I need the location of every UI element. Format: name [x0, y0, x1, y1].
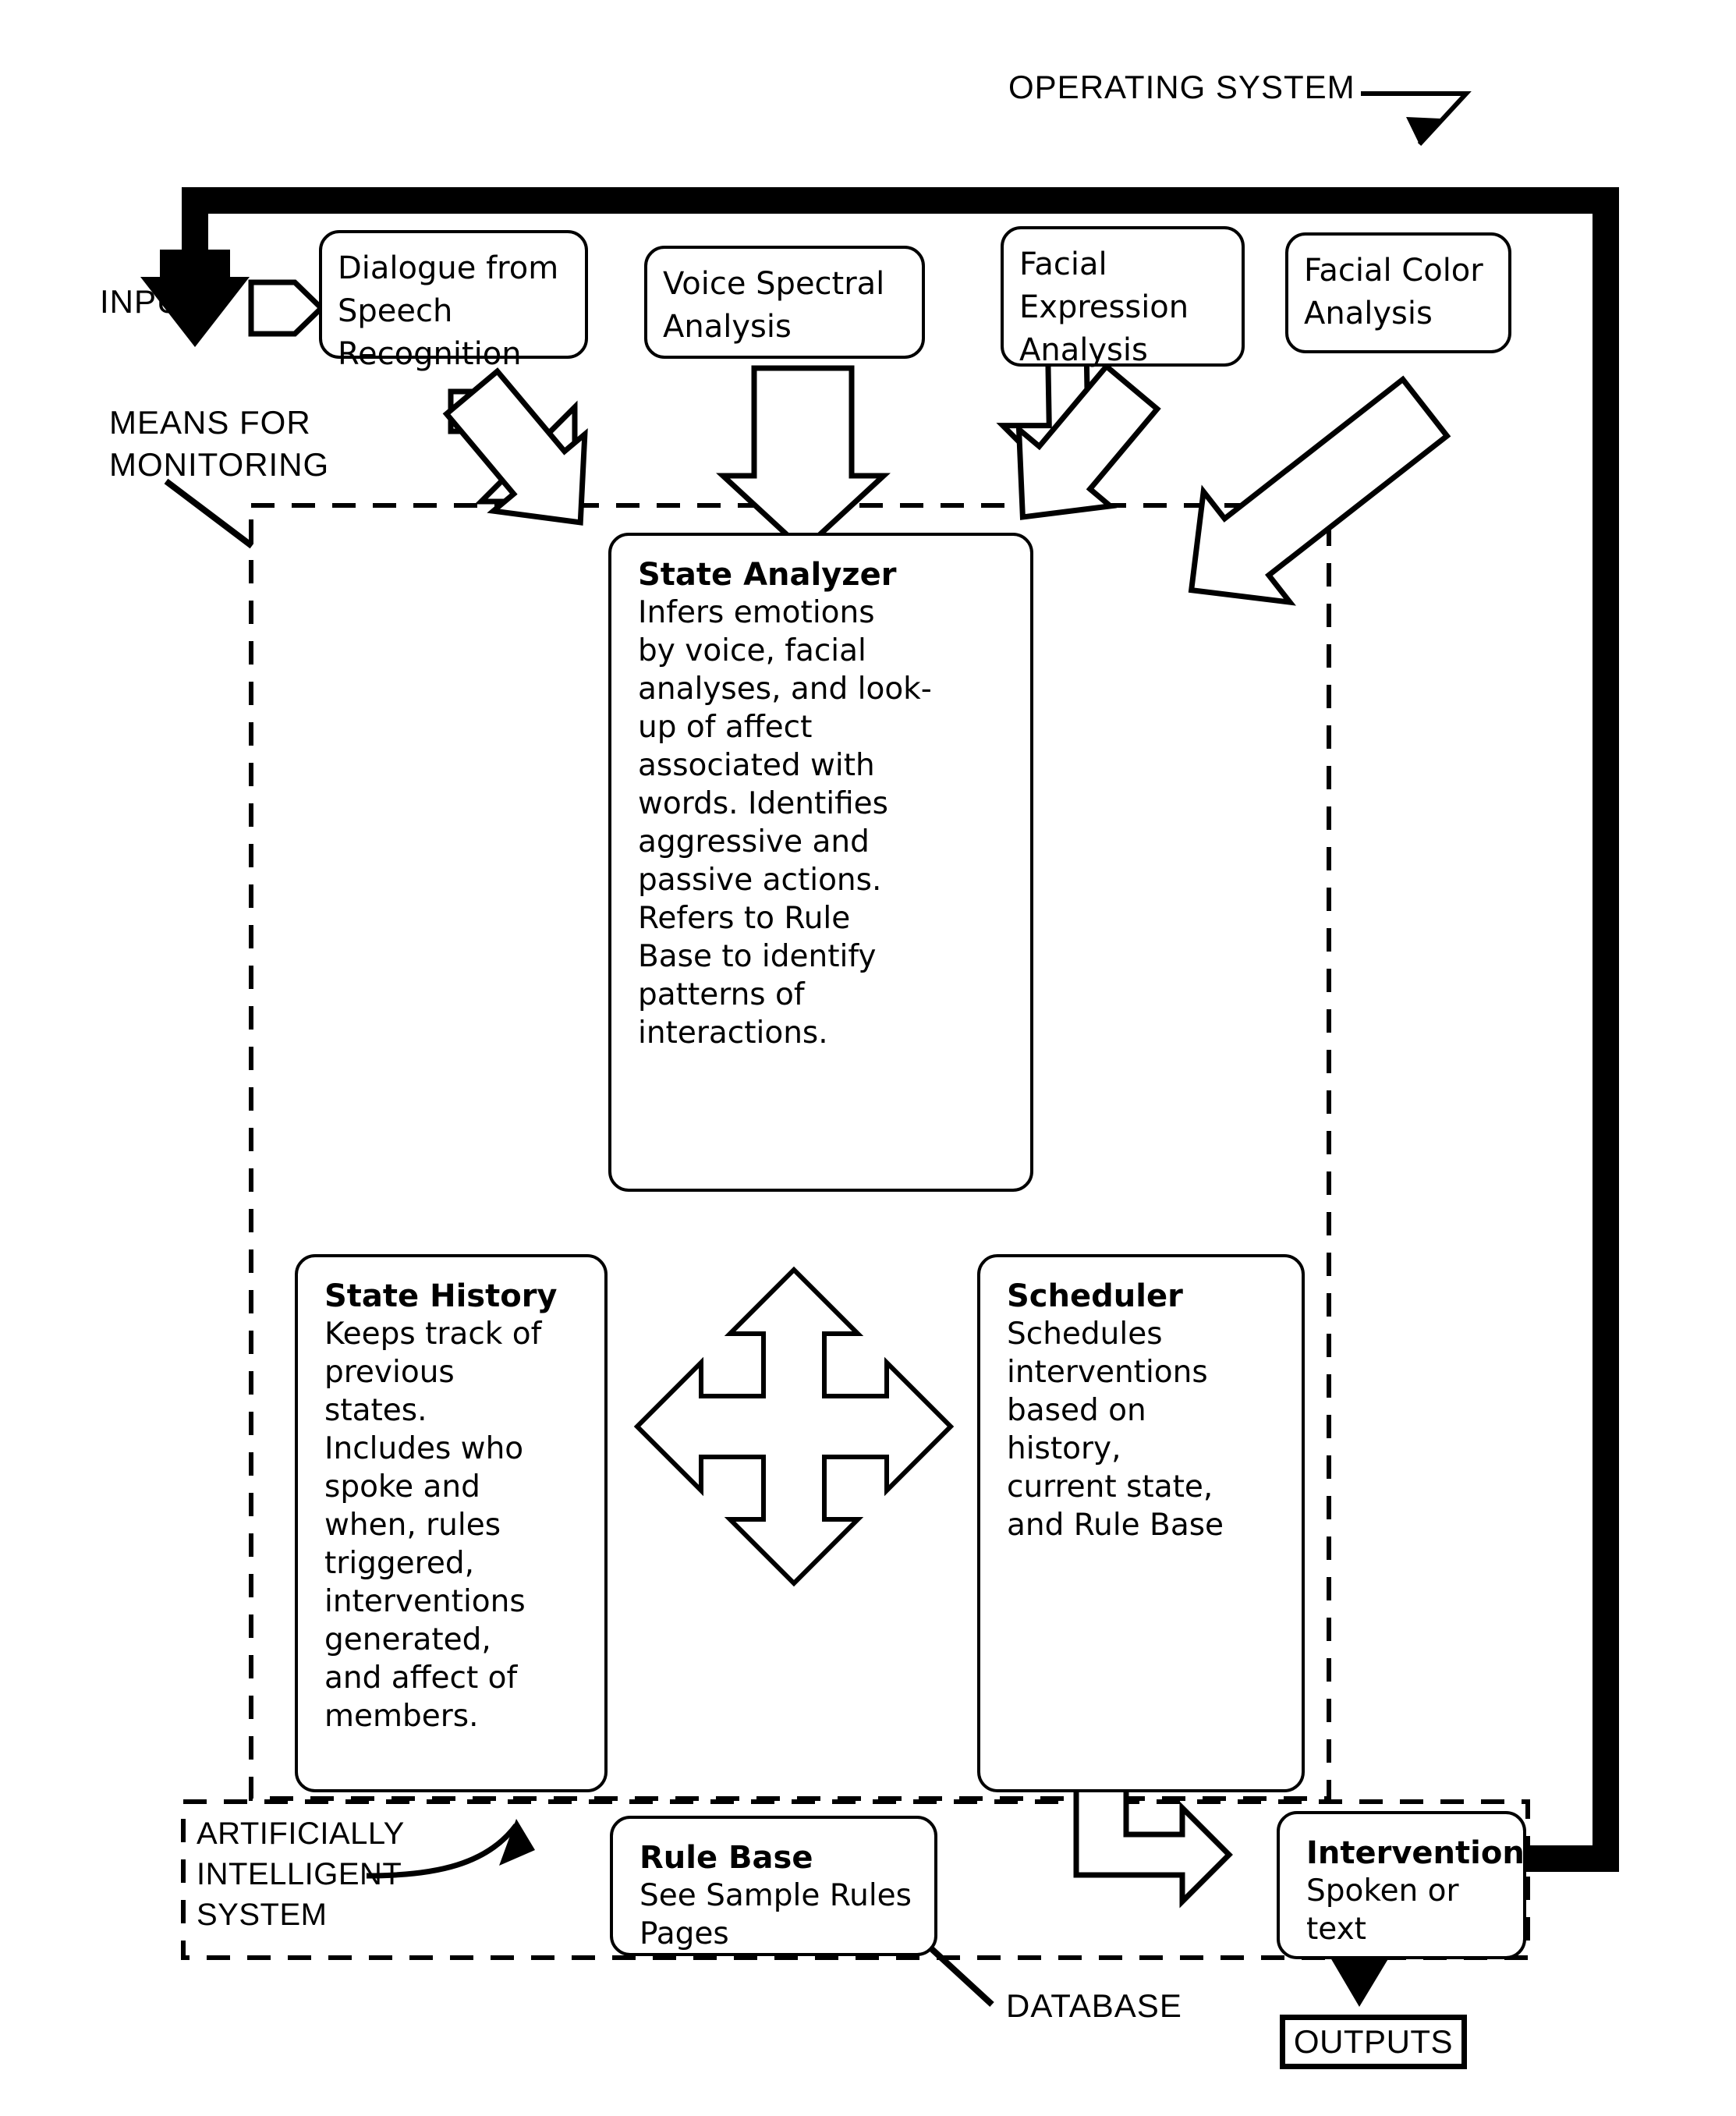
- input-box-facial-color-analysis[interactable]: Facial Color Analysis: [1285, 232, 1511, 353]
- diagram-canvas: OPERATING SYSTEM INPUTS MEANS FOR MONITO…: [0, 0, 1736, 2116]
- block-arrow-dialogue: [442, 367, 588, 526]
- scheduler-body: Schedules interventions based on history…: [1007, 1317, 1224, 1543]
- inputs-chevron-icon: [248, 279, 326, 337]
- input-box-voice-spectral-label: Voice Spectral Analysis: [663, 266, 885, 345]
- module-box-state-history[interactable]: State History Keeps track of previous st…: [295, 1254, 608, 1792]
- scheduler-title: Scheduler: [1007, 1278, 1183, 1314]
- state-analyzer-title: State Analyzer: [638, 557, 897, 593]
- rule-base-title: Rule Base: [639, 1840, 813, 1876]
- module-box-scheduler[interactable]: Scheduler Schedules interventions based …: [977, 1254, 1305, 1792]
- input-box-facial-expression-label: Facial Expression Analysis: [1019, 246, 1189, 368]
- intervention-body: Spoken or text: [1306, 1873, 1459, 1947]
- database-label: DATABASE: [1006, 1987, 1182, 2024]
- block-arrow-facial-expression: [1015, 362, 1161, 520]
- outputs-box[interactable]: OUTPUTS: [1280, 2015, 1467, 2069]
- means-for-monitoring-leader: [164, 478, 254, 549]
- module-box-rule-base[interactable]: Rule Base See Sample Rules Pages: [610, 1816, 937, 1956]
- arrow-scheduler-to-intervention: [1073, 1771, 1233, 1909]
- ai-system-label: ARTIFICIALLY INTELLIGENT SYSTEM: [197, 1816, 405, 1932]
- intervention-title: Intervention: [1306, 1835, 1525, 1871]
- module-box-intervention[interactable]: Intervention Spoken or text: [1277, 1811, 1526, 1959]
- four-way-arrow: [633, 1266, 955, 1587]
- input-box-dialogue-label: Dialogue from Speech Recognition: [338, 250, 559, 372]
- database-leader: [922, 1940, 994, 2007]
- outputs-label: OUTPUTS: [1293, 2023, 1454, 2060]
- state-analyzer-body: Infers emotions by voice, facial analyse…: [638, 595, 932, 1051]
- state-history-body: Keeps track of previous states. Includes…: [324, 1317, 542, 1734]
- rule-base-body: See Sample Rules Pages: [639, 1878, 912, 1951]
- input-box-facial-color-label: Facial Color Analysis: [1304, 253, 1483, 331]
- arrow-voice-spectral-to-monitoring: [716, 365, 891, 554]
- arrow-facial-color-to-monitoring: [1169, 374, 1469, 669]
- arrow-dialogue-to-monitoring: [448, 388, 578, 505]
- input-box-facial-expression-analysis[interactable]: Facial Expression Analysis: [1001, 226, 1245, 368]
- operating-system-label: OPERATING SYSTEM: [1008, 69, 1355, 105]
- state-history-title: State History: [324, 1278, 558, 1314]
- operating-system-pointer-arrow: [1361, 91, 1472, 147]
- block-arrow-facial-color: [1188, 375, 1451, 606]
- input-box-dialogue-from-speech-recognition[interactable]: Dialogue from Speech Recognition: [319, 230, 588, 372]
- inputs-label: INPUTS: [100, 283, 225, 320]
- means-for-monitoring-label: MEANS FOR MONITORING: [109, 404, 330, 483]
- input-box-voice-spectral-analysis[interactable]: Voice Spectral Analysis: [644, 246, 925, 359]
- module-box-state-analyzer[interactable]: State Analyzer Infers emotions by voice,…: [608, 533, 1033, 1192]
